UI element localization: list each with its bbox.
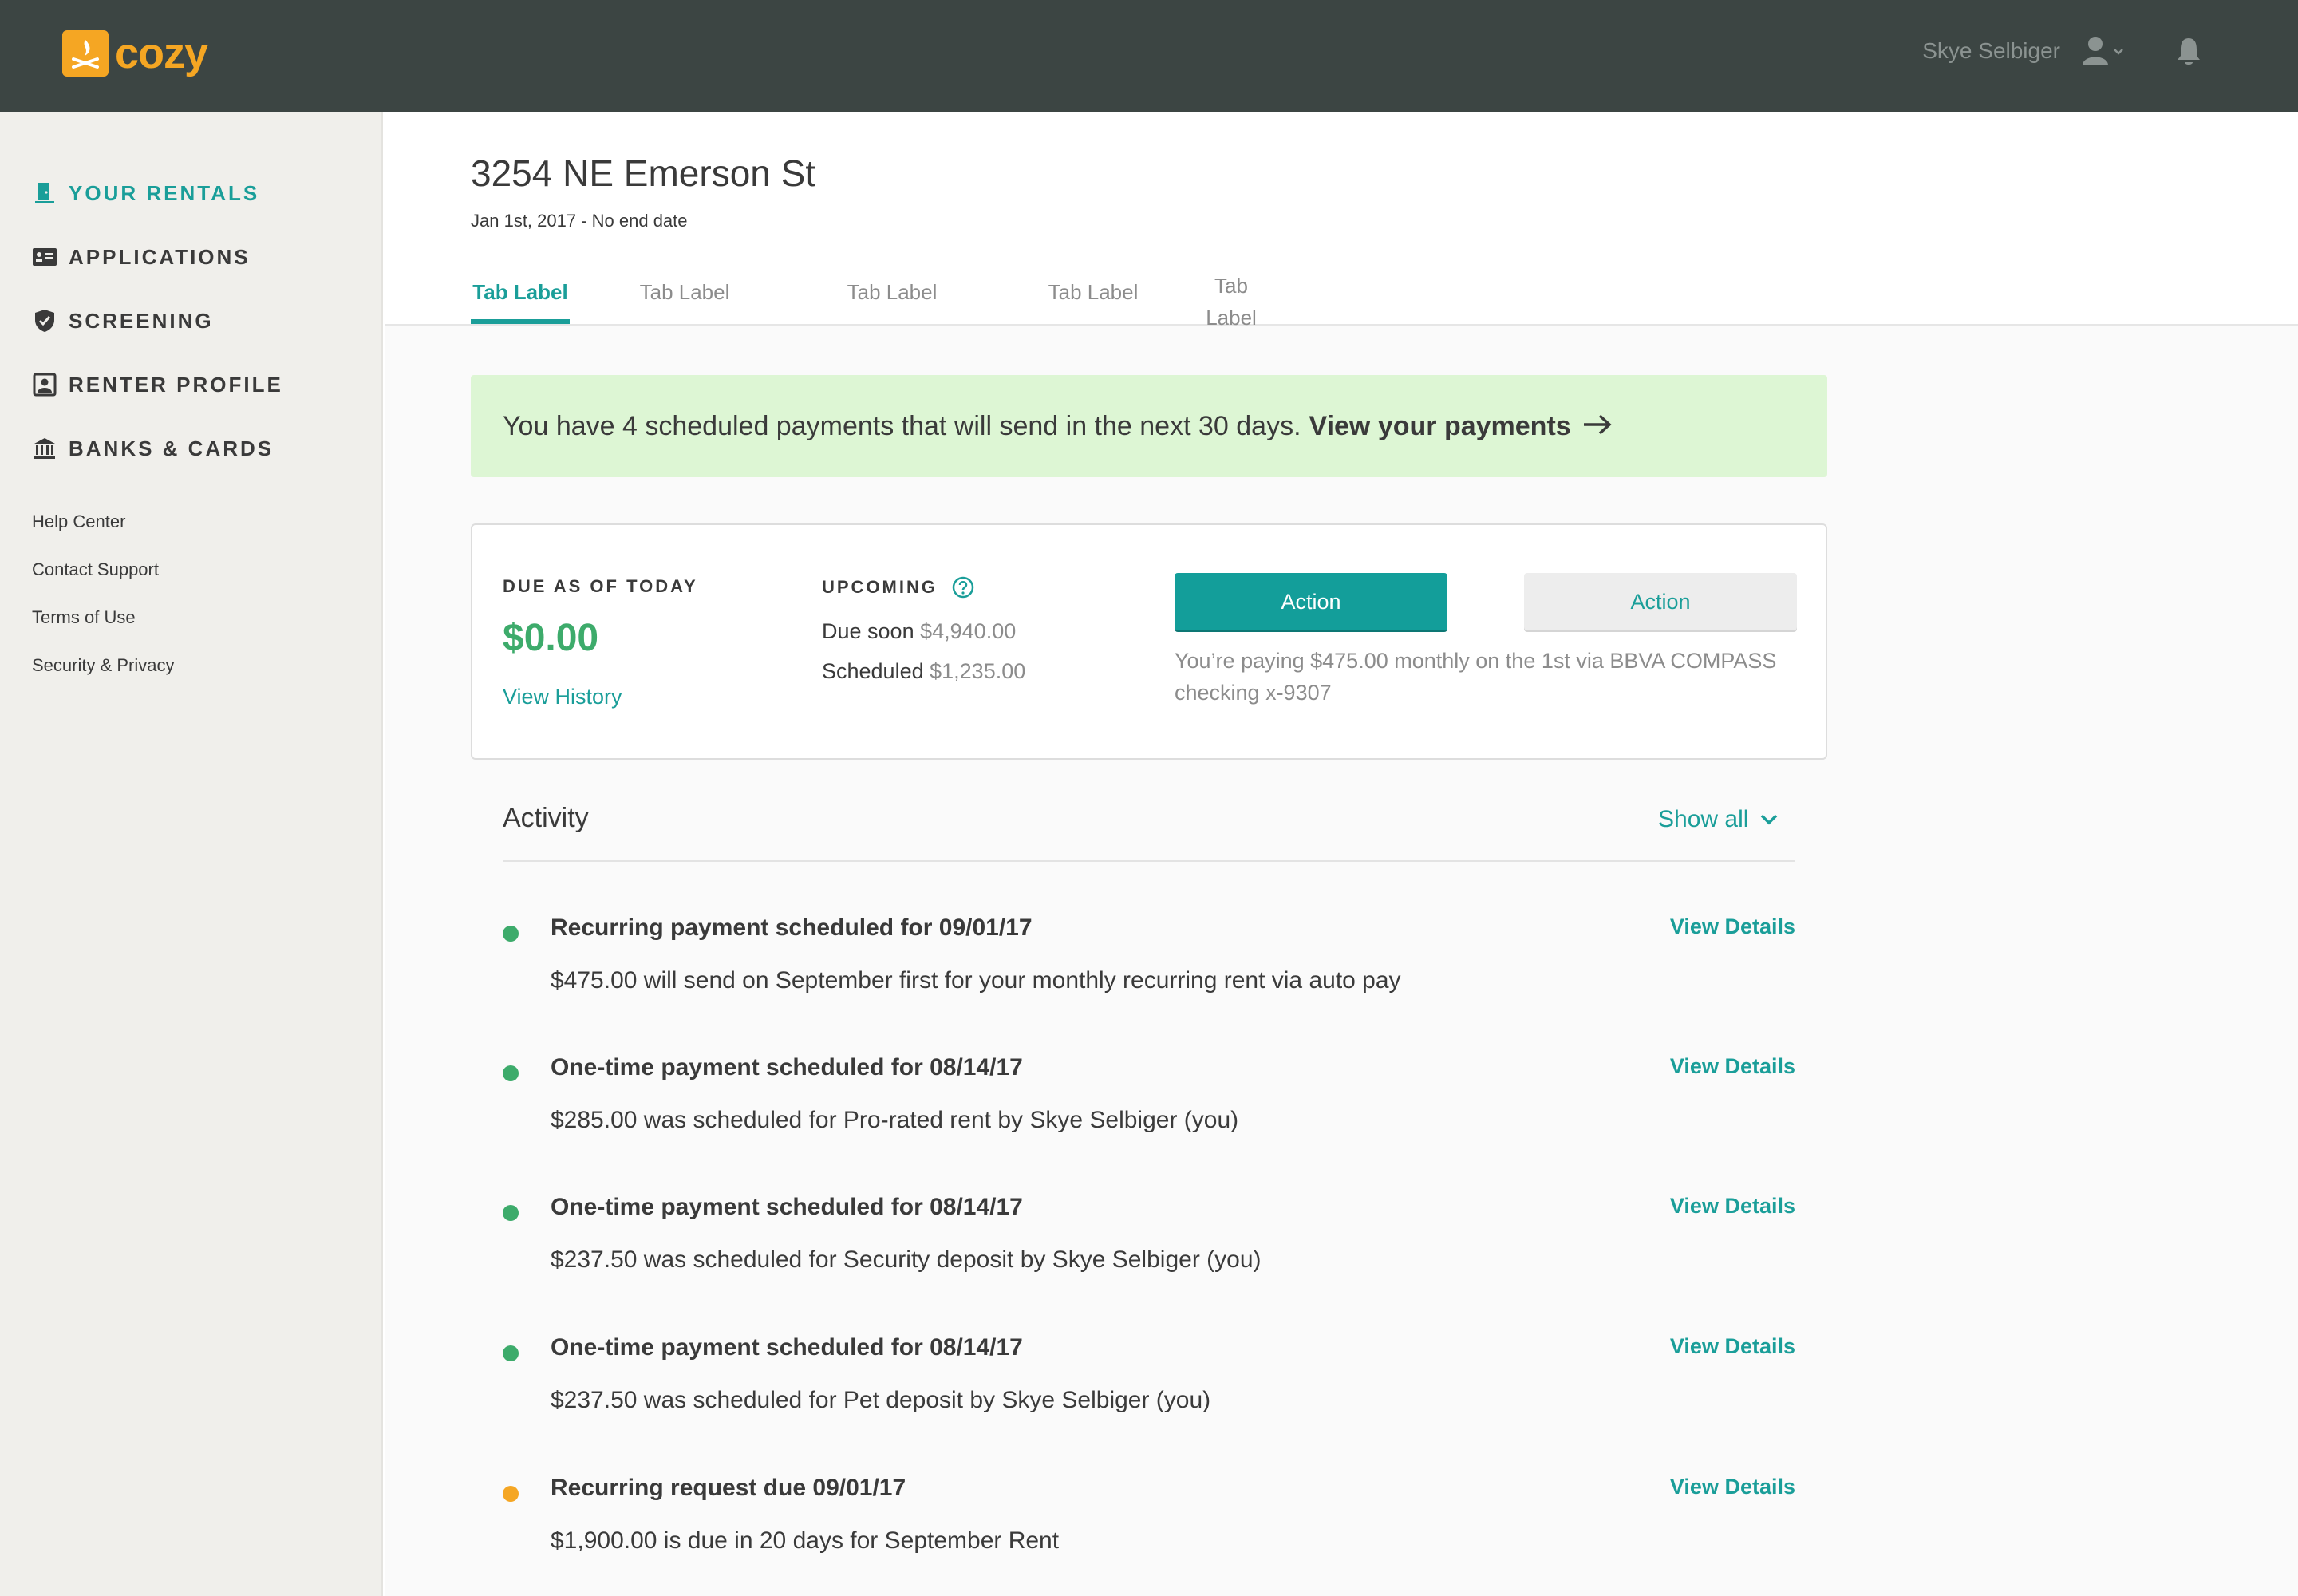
scheduled-payments-banner: You have 4 scheduled payments that will … [471, 375, 1827, 477]
primary-action-button[interactable]: Action [1175, 573, 1447, 630]
top-bar: cozy Skye Selbiger [0, 0, 2298, 112]
tab-4[interactable]: Tab Label [1044, 276, 1143, 308]
activity-item-description: $237.50 was scheduled for Security depos… [551, 1246, 1262, 1273]
scheduled-line: Scheduled $1,235.00 [822, 659, 1025, 684]
id-card-icon [32, 244, 57, 270]
logo-icon [62, 30, 109, 77]
door-icon [32, 180, 57, 206]
view-details-link[interactable]: View Details [1670, 1194, 1795, 1219]
activity-divider [503, 860, 1795, 862]
user-menu-icon[interactable] [2081, 35, 2127, 67]
sidebar-item-renter-profile[interactable]: RENTER PROFILE [32, 353, 283, 417]
upcoming-header: UPCOMING [822, 576, 974, 598]
activity-heading: Activity [503, 803, 589, 833]
secondary-action-button[interactable]: Action [1524, 573, 1797, 630]
upcoming-label: UPCOMING [822, 577, 938, 597]
view-details-link[interactable]: View Details [1670, 1334, 1795, 1359]
arrow-right-icon [1582, 409, 1613, 444]
activity-item-description: $1,900.00 is due in 20 days for Septembe… [551, 1527, 1060, 1554]
view-history-link[interactable]: View History [503, 685, 622, 709]
tab-2[interactable]: Tab Label [635, 276, 734, 308]
sidebar-item-label: APPLICATIONS [69, 244, 251, 269]
activity-item-description: $285.00 was scheduled for Pro-rated rent… [551, 1107, 1239, 1133]
main-content: 3254 NE Emerson St Jan 1st, 2017 - No en… [385, 112, 2298, 1596]
shield-icon [32, 308, 57, 334]
show-all-label: Show all [1658, 806, 1749, 832]
view-details-link[interactable]: View Details [1670, 1054, 1795, 1079]
view-payments-link[interactable]: View your payments [1309, 409, 1613, 444]
due-soon-line: Due soon $4,940.00 [822, 619, 1016, 644]
user-name[interactable]: Skye Selbiger [1922, 38, 2060, 64]
due-soon-amount: $4,940.00 [920, 619, 1017, 643]
tab-3[interactable]: Tab Label [843, 276, 942, 308]
sidebar-item-your-rentals[interactable]: YOUR RENTALS [32, 161, 283, 225]
view-payments-label: View your payments [1309, 410, 1571, 441]
bank-icon [32, 436, 57, 461]
activity-item: One-time payment scheduled for 08/14/17 … [503, 1334, 1795, 1454]
cozy-logo[interactable]: cozy [62, 30, 208, 77]
activity-item: Recurring request due 09/01/17 $1,900.00… [503, 1475, 1795, 1594]
status-dot-success [503, 1205, 519, 1221]
page-title: 3254 NE Emerson St [471, 152, 816, 194]
help-center-link[interactable]: Help Center [32, 498, 175, 546]
activity-item: One-time payment scheduled for 08/14/17 … [503, 1194, 1795, 1314]
due-today-amount: $0.00 [503, 617, 599, 659]
due-today-label: DUE AS OF TODAY [503, 576, 698, 596]
sidebar-item-banks-cards[interactable]: BANKS & CARDS [32, 417, 283, 480]
activity-item-title: One-time payment scheduled for 08/14/17 [551, 1194, 1023, 1220]
activity-item-title: Recurring payment scheduled for 09/01/17 [551, 915, 1033, 941]
scheduled-amount: $1,235.00 [930, 659, 1026, 683]
sidebar: YOUR RENTALS APPLICATIONS SCREENING RENT… [0, 112, 383, 1596]
due-soon-label: Due soon [822, 619, 914, 643]
banner-text: You have 4 scheduled payments that will … [503, 410, 1301, 441]
show-all-toggle[interactable]: Show all [1658, 806, 1779, 833]
status-dot-success [503, 926, 519, 942]
user-area: Skye Selbiger [1922, 35, 2202, 67]
sidebar-item-label: YOUR RENTALS [69, 180, 260, 205]
status-dot-success [503, 1065, 519, 1081]
activity-item-description: $237.50 was scheduled for Pet deposit by… [551, 1387, 1211, 1413]
sidebar-item-label: SCREENING [69, 308, 214, 333]
activity-item-title: One-time payment scheduled for 08/14/17 [551, 1334, 1023, 1361]
sidebar-item-applications[interactable]: APPLICATIONS [32, 225, 283, 289]
notification-bell-icon[interactable] [2175, 35, 2202, 67]
profile-icon [32, 372, 57, 397]
scheduled-label: Scheduled [822, 659, 924, 683]
active-tab-indicator [471, 319, 570, 324]
tab-1[interactable]: Tab Label [471, 276, 570, 308]
sidebar-footer-links: Help Center Contact Support Terms of Use… [32, 498, 175, 689]
security-privacy-link[interactable]: Security & Privacy [32, 642, 175, 689]
activity-item-title: One-time payment scheduled for 08/14/17 [551, 1054, 1023, 1080]
payment-summary-card: DUE AS OF TODAY $0.00 View History UPCOM… [471, 523, 1827, 760]
contact-support-link[interactable]: Contact Support [32, 546, 175, 594]
terms-of-use-link[interactable]: Terms of Use [32, 594, 175, 642]
sidebar-item-label: BANKS & CARDS [69, 436, 274, 460]
chevron-down-icon [1761, 814, 1778, 825]
activity-item: One-time payment scheduled for 08/14/17 … [503, 1054, 1795, 1174]
logo-text: cozy [115, 30, 208, 77]
sidebar-item-screening[interactable]: SCREENING [32, 289, 283, 353]
help-question-icon[interactable] [952, 576, 974, 598]
status-dot-success [503, 1345, 519, 1361]
lease-dates: Jan 1st, 2017 - No end date [471, 211, 688, 231]
activity-item-description: $475.00 will send on September first for… [551, 967, 1401, 994]
sidebar-item-label: RENTER PROFILE [69, 372, 283, 397]
activity-item: Recurring payment scheduled for 09/01/17… [503, 915, 1795, 1034]
autopay-note: You’re paying $475.00 monthly on the 1st… [1175, 649, 1777, 705]
view-details-link[interactable]: View Details [1670, 1475, 1795, 1499]
page-header: 3254 NE Emerson St Jan 1st, 2017 - No en… [385, 112, 2298, 330]
activity-item-title: Recurring request due 09/01/17 [551, 1475, 906, 1501]
view-details-link[interactable]: View Details [1670, 915, 1795, 939]
sidebar-nav: YOUR RENTALS APPLICATIONS SCREENING RENT… [32, 161, 283, 480]
tab-5[interactable]: Tab Label [1203, 270, 1259, 334]
status-dot-pending [503, 1486, 519, 1502]
